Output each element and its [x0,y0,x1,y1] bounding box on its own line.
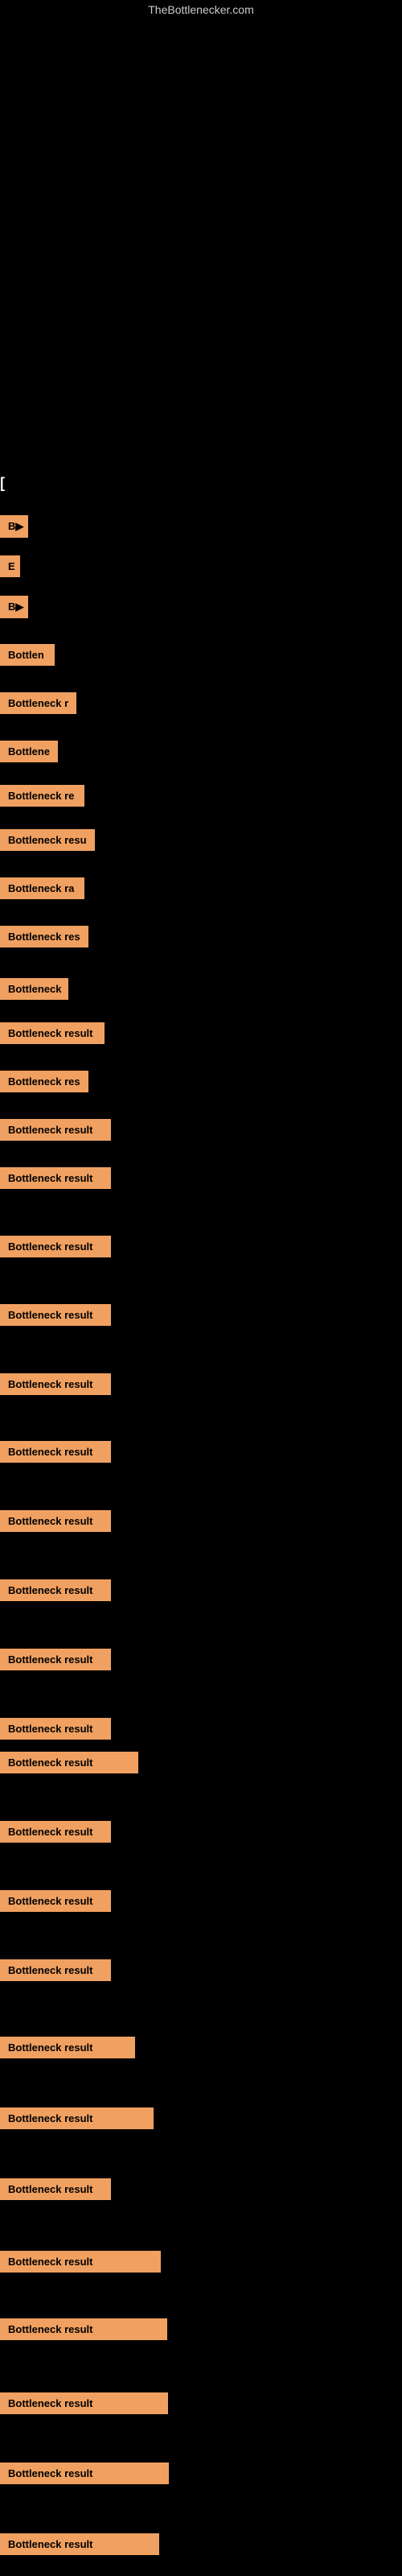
bottleneck-label-bottleneck2: Bottleneck [0,978,68,1000]
bottleneck-label-bottleneck_result18: Bottleneck result [0,2178,111,2200]
bottleneck-label-bottleneck_result8: Bottleneck result [0,1510,111,1532]
bottleneck-label-bottleneck_result10: Bottleneck result [0,1649,111,1670]
bottleneck-label-bottleneck_re1: Bottleneck re [0,785,84,807]
bottleneck-label-bottleneck_res1: Bottleneck resu [0,829,95,851]
bottleneck-label-e1: E [0,555,20,577]
bottleneck-label-bottleneck_result23: Bottleneck result [0,2533,159,2555]
bottleneck-label-bottleneck_result2: Bottleneck result [0,1119,111,1141]
bottleneck-label-bottleneck_result19: Bottleneck result [0,2251,161,2273]
bottleneck-label-bottlene1: Bottlene [0,741,58,762]
bottleneck-label-bottleneck_result3: Bottleneck result [0,1167,111,1189]
bottleneck-label-bottleneck_re2: Bottleneck res [0,1071,88,1092]
bottleneck-label-bottleneck_result6: Bottleneck result [0,1373,111,1395]
bottleneck-label-bottleneck_result15: Bottleneck result [0,1959,111,1981]
bottleneck-label-bottleneck_result9: Bottleneck result [0,1579,111,1601]
bottleneck-label-bottleneck_result22: Bottleneck result [0,2462,169,2484]
bottleneck-label-b1: B▶ [0,515,28,538]
bottleneck-label-b2: B▶ [0,596,28,618]
bottleneck-label-bottleneck_result16: Bottleneck result [0,2037,135,2058]
bottleneck-label-bottleneck_result5: Bottleneck result [0,1304,111,1326]
bottleneck-label-bottleneck_res2: Bottleneck res [0,926,88,947]
bottleneck-label-bottleneck_ra1: Bottleneck ra [0,877,84,899]
bottleneck-label-bottleneck_result17: Bottleneck result [0,2107,154,2129]
bottleneck-label-bottleneck_result21: Bottleneck result [0,2392,168,2414]
bottleneck-label-bottleneck_result12: Bottleneck result [0,1752,138,1773]
bottleneck-label-bottleneck_result11: Bottleneck result [0,1718,111,1740]
bottleneck-label-bottleneck_result7: Bottleneck result [0,1441,111,1463]
bottleneck-label-bottleneck_result14: Bottleneck result [0,1890,111,1912]
bottleneck-label-bottleneck_result1: Bottleneck result [0,1022,105,1044]
bottleneck-label-bottleneck_r1: Bottleneck r [0,692,76,714]
main-content: TheBottlenecker.com [ B▶ E B▶ Bottlen Bottlen… [0,0,402,2576]
site-title: TheBottlenecker.com [0,3,402,16]
bottleneck-label-bottleneck_result4: Bottleneck result [0,1236,111,1257]
bottleneck-label-bottleneck_result13: Bottleneck result [0,1821,111,1843]
bottleneck-label-bottlen1: Bottlen [0,644,55,666]
bottleneck-label-bottleneck_result20: Bottleneck result [0,2318,167,2340]
bottleneck-label-section1: [ [0,475,5,492]
